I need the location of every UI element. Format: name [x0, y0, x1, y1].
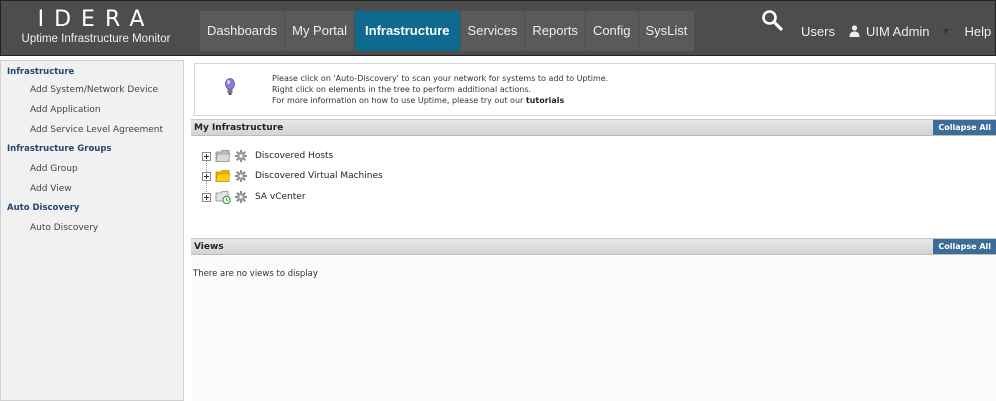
tree-node-label[interactable]: Discovered Hosts [255, 151, 333, 161]
nav-my-portal[interactable]: My Portal [285, 11, 355, 51]
sidebar-item-add-application[interactable]: Add Application [30, 105, 101, 115]
sidebar-item-add-sla[interactable]: Add Service Level Agreement [30, 125, 163, 135]
views-title: Views [194, 242, 224, 252]
info-line-3-text: For more information on how to use Uptim… [272, 96, 526, 105]
user-icon [849, 25, 860, 37]
main-content: Please click on 'Auto-Discovery' to scan… [191, 60, 996, 401]
infrastructure-header: My Infrastructure Collapse All [191, 119, 996, 136]
nav-dashboards[interactable]: Dashboards [200, 11, 285, 51]
info-line-2: Right click on elements in the tree to p… [272, 85, 532, 94]
nav-reports[interactable]: Reports [525, 11, 585, 51]
sidebar-item-add-view[interactable]: Add View [30, 184, 72, 194]
product-name: Uptime Infrastructure Monitor [21, 33, 171, 45]
gray-folder-icon [215, 150, 231, 162]
gear-icon [235, 170, 247, 182]
gear-icon [235, 150, 247, 162]
info-line-1: Please click on 'Auto-Discovery' to scan… [272, 74, 609, 83]
info-box: Please click on 'Auto-Discovery' to scan… [194, 63, 996, 116]
sidebar-heading-infrastructure: Infrastructure [7, 67, 75, 77]
collapse-all-button[interactable]: Collapse All [933, 120, 996, 135]
account-label: UIM Admin [865, 23, 930, 39]
tree-node-sa-vcenter[interactable]: SA vCenter [202, 189, 306, 205]
search-icon[interactable] [760, 8, 784, 32]
gear-icon [235, 191, 247, 203]
nav-services[interactable]: Services [460, 11, 525, 51]
users-link[interactable]: Users [801, 24, 835, 39]
views-collapse-all-button[interactable]: Collapse All [933, 239, 996, 254]
help-link[interactable]: Help [964, 24, 991, 39]
header-links: Users UIM Admin ▼ Help [801, 11, 996, 51]
sidebar-heading-groups: Infrastructure Groups [7, 144, 112, 154]
expand-icon[interactable] [202, 151, 211, 161]
views-empty-message: There are no views to display [193, 269, 318, 279]
tutorials-link[interactable]: tutorials [526, 96, 564, 105]
vcenter-icon [215, 191, 231, 204]
infrastructure-title: My Infrastructure [194, 123, 284, 133]
sidebar: Infrastructure Add System/Network Device… [0, 60, 184, 401]
sidebar-item-add-group[interactable]: Add Group [30, 164, 78, 174]
tree-node-discovered-vms[interactable]: Discovered Virtual Machines [202, 168, 383, 184]
yellow-folder-icon [215, 170, 231, 182]
tree-node-label[interactable]: SA vCenter [255, 192, 306, 202]
sidebar-heading-auto-discovery: Auto Discovery [7, 203, 80, 213]
info-line-3: For more information on how to use Uptim… [272, 96, 564, 105]
views-panel: There are no views to display [191, 257, 996, 401]
nav-config[interactable]: Config [585, 11, 638, 51]
expand-icon[interactable] [202, 192, 211, 202]
lightbulb-icon [225, 78, 235, 95]
account-menu[interactable]: UIM Admin ▼ [849, 23, 951, 39]
chevron-down-icon: ▼ [941, 26, 951, 36]
tree-node-discovered-hosts[interactable]: Discovered Hosts [202, 148, 333, 164]
tree-node-label[interactable]: Discovered Virtual Machines [255, 171, 383, 181]
logo-mark: IDERA [37, 7, 155, 32]
sidebar-item-add-system[interactable]: Add System/Network Device [30, 85, 158, 95]
expand-icon[interactable] [202, 171, 211, 181]
sidebar-item-auto-discovery[interactable]: Auto Discovery [30, 223, 98, 233]
views-header: Views Collapse All [191, 238, 996, 255]
nav-infrastructure[interactable]: Infrastructure [355, 11, 460, 51]
logo[interactable]: IDERA Uptime Infrastructure Monitor [1, 1, 191, 57]
top-bar: IDERA Uptime Infrastructure Monitor Dash… [0, 0, 996, 56]
nav-syslist[interactable]: SysList [638, 11, 695, 51]
infrastructure-tree: Discovered Hosts Discovered Virtual Mach… [191, 136, 996, 237]
main-nav: Dashboards My Portal Infrastructure Serv… [200, 11, 695, 51]
